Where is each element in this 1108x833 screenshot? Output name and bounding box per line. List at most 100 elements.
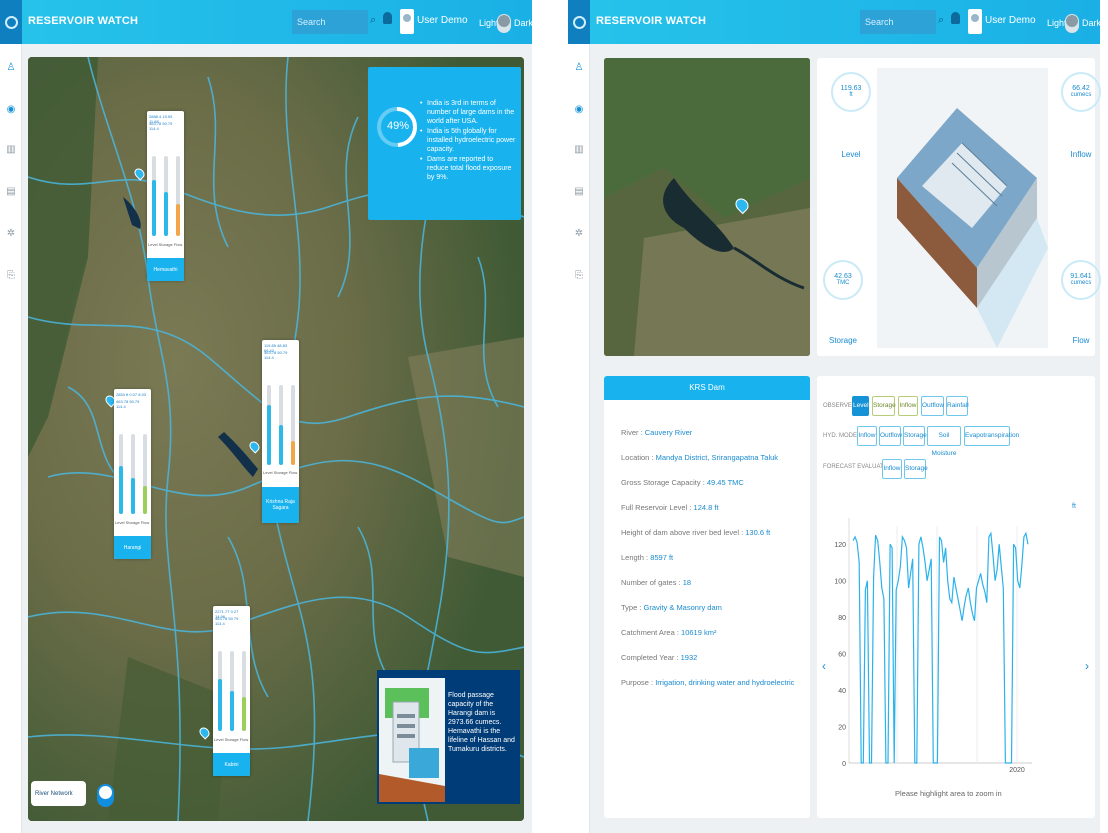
level-label: Level: [841, 150, 861, 159]
timeseries-chart[interactable]: 0 20 40 60 80 100 120 ft 2020: [817, 486, 1095, 786]
y-tick-label: 80: [838, 615, 846, 622]
theme-dark-label: Dark: [514, 18, 532, 28]
observed-storage-button[interactable]: Storage: [872, 396, 896, 416]
card-values-2: 463.78 50.79 114.4: [149, 121, 173, 131]
percent-value: 49%: [386, 120, 410, 132]
search-icon[interactable]: ⌕: [938, 14, 944, 27]
flow-gauge: 91.641 cumecs: [1061, 260, 1101, 300]
fact-list: India is 3rd in terms of number of large…: [420, 99, 516, 183]
detail-value: Cauvery River: [644, 428, 693, 437]
observed-outflow-button[interactable]: Outflow: [921, 396, 944, 416]
detail-value: 8597 ft: [650, 553, 674, 562]
app-logo[interactable]: [0, 0, 22, 44]
dam-card-kabini[interactable]: 2271.77 0.27 14.96 463.78 50.79 114.4 Le…: [213, 606, 250, 776]
storage-unit: TMC: [836, 280, 850, 286]
inflow-unit: cumecs: [1070, 92, 1092, 98]
image-icon[interactable]: ▤: [573, 186, 585, 198]
theme-toggle[interactable]: [497, 14, 511, 33]
detail-value: 49.45 TMC: [706, 478, 744, 487]
fact-item: Dams are reported to reduce total flood …: [420, 155, 516, 182]
storage-bar: [230, 651, 234, 731]
search-input[interactable]: [860, 10, 936, 34]
observed-inflow-button[interactable]: Inflow: [898, 396, 918, 416]
fact-text: Flood passage capacity of the Harangi da…: [448, 692, 515, 753]
river-network-label: River Network: [35, 791, 73, 797]
card-legend: Level Storage Flow: [263, 470, 298, 475]
overview-panel: RESERVOIR WATCH ⌕ User Demo Light Dark ♙…: [0, 0, 532, 833]
chart-next-arrow[interactable]: ›: [1085, 659, 1089, 673]
app-logo[interactable]: [568, 0, 590, 44]
hyd-storage-button[interactable]: Storage: [903, 426, 927, 446]
detail-value: Gravity & Masonry dam: [643, 603, 722, 612]
bell-icon[interactable]: [951, 12, 960, 24]
hyd-model-label: HYD. MODEL: [823, 433, 861, 439]
detail-value: Irrigation, drinking water and hydroelec…: [655, 678, 795, 687]
flow-label: Flow: [1072, 336, 1090, 345]
satellite-terrain: [604, 58, 810, 356]
detail-key: Number of gates :: [621, 578, 683, 587]
image-icon[interactable]: ▤: [5, 186, 17, 198]
detail-key: Completed Year :: [621, 653, 681, 662]
detail-row: Length : 8597 ft: [621, 553, 673, 562]
circle-icon[interactable]: ◉: [5, 104, 17, 116]
chart-prev-arrow[interactable]: ‹: [822, 659, 826, 673]
observed-rainfall-button[interactable]: Rainfall: [946, 396, 969, 416]
hyd-outflow-button[interactable]: Outflow: [879, 426, 902, 446]
observed-level-button[interactable]: Level: [852, 396, 869, 416]
detail-value: 10619 km²: [681, 628, 717, 637]
detail-value: 124.8 ft: [693, 503, 719, 512]
bell-icon[interactable]: [383, 12, 392, 24]
gear-icon[interactable]: ✲: [573, 228, 585, 240]
person-icon[interactable]: ♙: [5, 62, 17, 74]
exit-icon[interactable]: ⎘: [5, 270, 17, 282]
detail-row: Purpose : Irrigation, drinking water and…: [621, 678, 794, 687]
theme-toggle[interactable]: [1065, 14, 1079, 33]
building-icon[interactable]: ▥: [573, 144, 585, 156]
sidebar: ♙ ◉ ▥ ▤ ✲ ⎘: [0, 44, 22, 833]
detail-row: Catchment Area : 10619 km²: [621, 628, 716, 637]
flow-bar: [176, 156, 180, 236]
hyd-evapotranspiration-button[interactable]: Evapotranspiration: [964, 426, 1019, 446]
avatar[interactable]: [400, 9, 414, 34]
exit-icon[interactable]: ⎘: [573, 270, 585, 282]
user-name[interactable]: User Demo: [417, 15, 468, 26]
storage-bar: [131, 434, 135, 514]
fact-item: India is 5th globally for installed hydr…: [420, 127, 516, 154]
hyd-soil-moisture-button[interactable]: Soil Moisture: [927, 426, 961, 457]
river-network-toggle[interactable]: River Network: [31, 781, 114, 807]
detail-key: Location :: [621, 453, 656, 462]
detail-row: Full Reservoir Level : 124.8 ft: [621, 503, 719, 512]
storage-bar: [164, 156, 168, 236]
satellite-view[interactable]: [604, 58, 810, 356]
y-tick-label: 0: [842, 761, 846, 768]
hyd-inflow-button[interactable]: Inflow: [857, 426, 877, 446]
flow-unit: cumecs: [1070, 280, 1092, 286]
dam-card-harangi[interactable]: 2853 ft 0.07 8.03 463.78 50.79 114.4 Lev…: [114, 389, 151, 559]
flow-bar: [291, 385, 295, 465]
dam-card-hemavathi[interactable]: 2888.4 15.59 11.88 463.78 50.79 114.4 Le…: [147, 111, 184, 281]
storage-gauge: 42.63 TMC: [823, 260, 863, 300]
sidebar: ♙ ◉ ▥ ▤ ✲ ⎘: [568, 44, 590, 833]
gear-icon[interactable]: ✲: [5, 228, 17, 240]
avatar[interactable]: [968, 9, 982, 34]
forecast-inflow-button[interactable]: Inflow: [882, 459, 902, 479]
building-icon[interactable]: ▥: [5, 144, 17, 156]
level-bar: [119, 434, 123, 514]
detail-key: Type :: [621, 603, 644, 612]
y-tick-label: 100: [834, 579, 846, 586]
circle-icon[interactable]: ◉: [573, 104, 585, 116]
search-input[interactable]: [292, 10, 368, 34]
card-title: Hemavathi: [147, 258, 184, 281]
dam-3d-model[interactable]: [877, 68, 1048, 348]
search-icon[interactable]: ⌕: [370, 14, 376, 27]
y-unit-label: ft: [1072, 503, 1076, 510]
storage-value: 42.63: [834, 273, 852, 280]
person-icon[interactable]: ♙: [573, 62, 585, 74]
dam-illustration: [379, 678, 445, 802]
forecast-storage-button[interactable]: Storage: [904, 459, 928, 479]
dam-card-krs[interactable]: 119.85 48.83 66.42 463.78 50.79 114.4 Le…: [262, 340, 299, 523]
fact-item: India is 3rd in terms of number of large…: [420, 99, 516, 126]
y-tick-label: 40: [838, 688, 846, 695]
user-name[interactable]: User Demo: [985, 15, 1036, 26]
x-tick-label: 2020: [1009, 767, 1025, 774]
